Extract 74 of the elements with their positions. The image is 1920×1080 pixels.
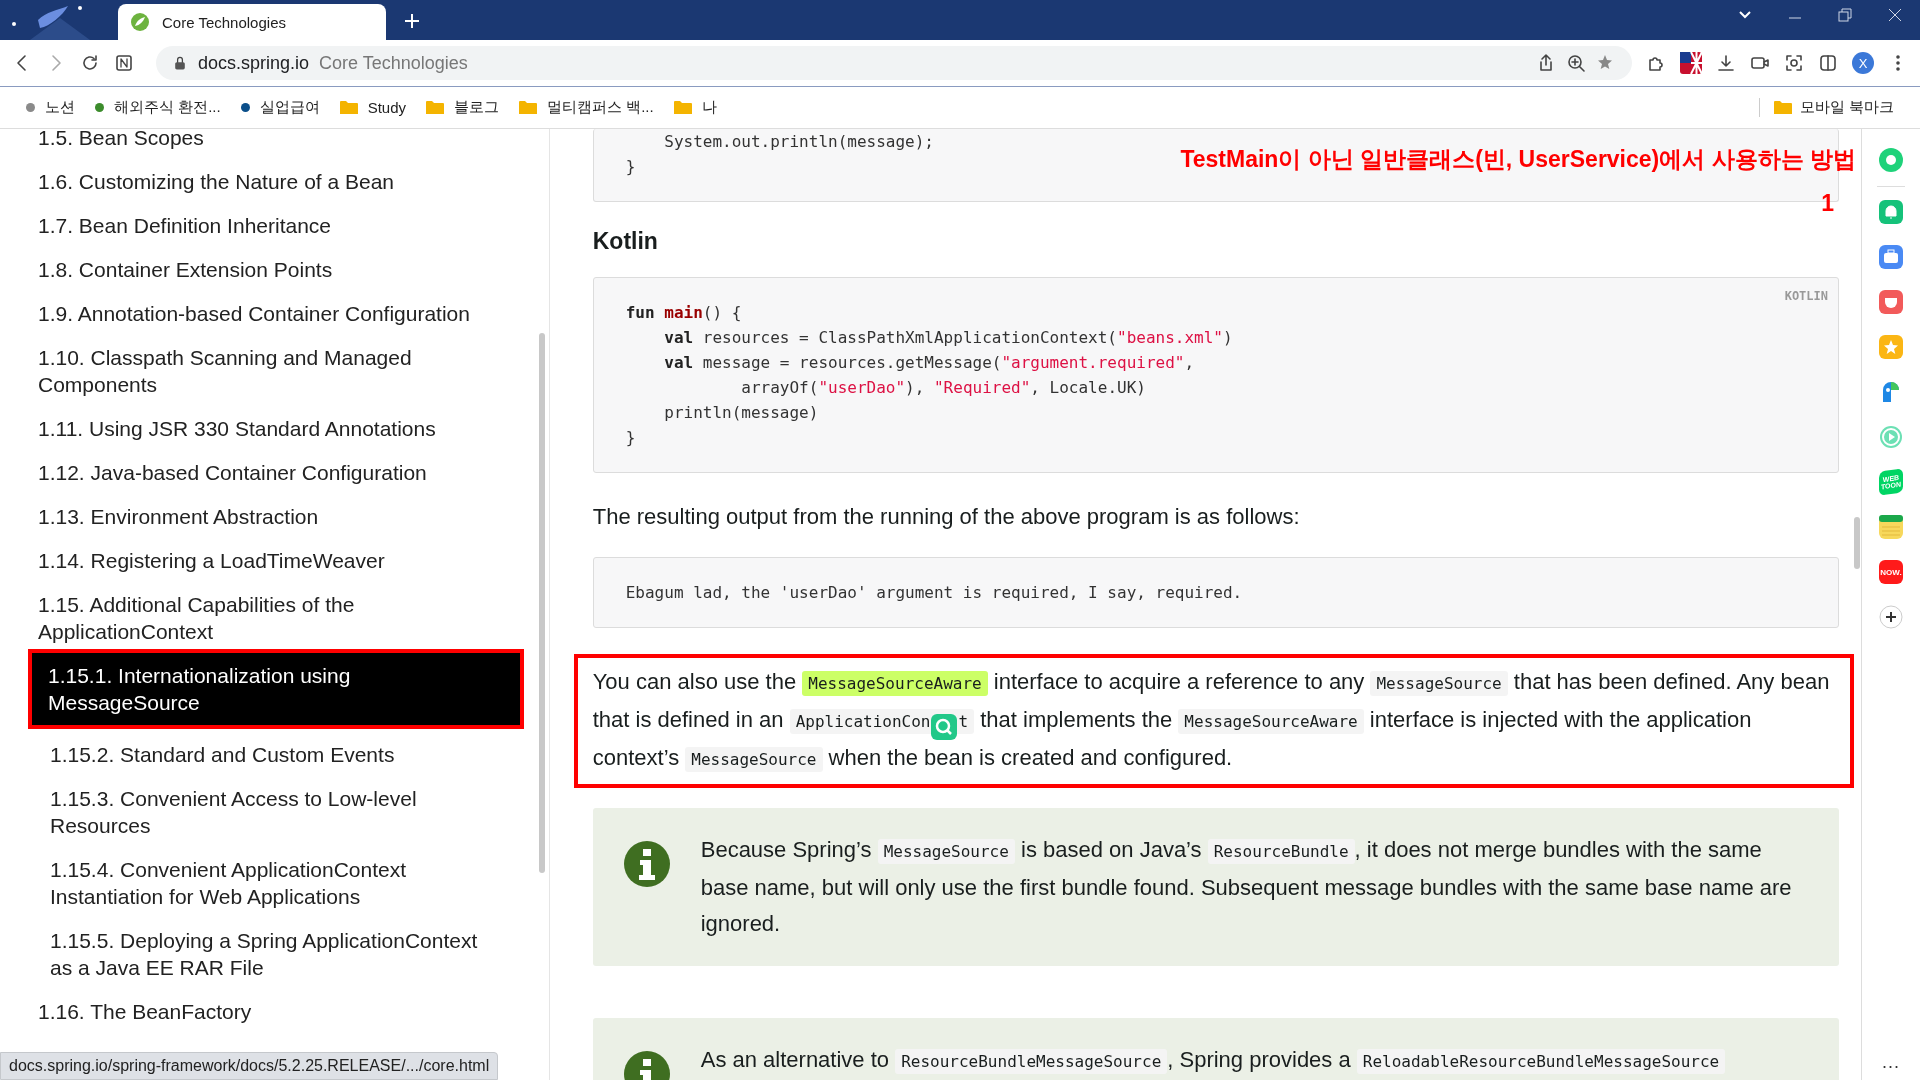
- n-square-icon[interactable]: [114, 53, 134, 73]
- toc-link[interactable]: 1.7. Bean Definition Inheritance: [30, 208, 509, 252]
- more-apps-button[interactable]: ...: [1882, 1052, 1900, 1073]
- paragraph-text: Because Spring’s MessageSource is based on Java’s ResourceBundle , it does not merge bundles with the same base name, but will only use the first bundle found. Subsequent message bundles with the same base name are ignored.: [700, 836, 1793, 938]
- code-line: fun main() {: [625, 302, 742, 324]
- address-domain: docs.spring.io: [198, 52, 310, 74]
- address-bar[interactable]: docs.spring.io Core Technologies: [156, 46, 1632, 80]
- language-label: KOTLIN: [1784, 288, 1829, 305]
- code-line: Ebagum lad, the 'userDao' argument is required, I say, required.: [625, 582, 1243, 604]
- tab-title: Core Technologies: [162, 13, 286, 31]
- toc-link[interactable]: 1.10. Classpath Scanning and Managed Components: [30, 340, 509, 411]
- code-line: arrayOf("userDao"), "Required", Locale.UK): [740, 377, 1146, 399]
- section-heading: Kotlin: [592, 228, 659, 255]
- code-line: }: [625, 156, 636, 178]
- toc-link[interactable]: 1.16. The BeanFactory: [30, 994, 509, 1038]
- briefcase-icon[interactable]: [1879, 245, 1903, 269]
- reload-icon[interactable]: [80, 53, 100, 73]
- info-icon: [622, 840, 671, 888]
- folder-icon: [673, 100, 692, 115]
- folder-icon: [426, 100, 445, 115]
- code-line: System.out.println(message);: [663, 131, 934, 153]
- profile-avatar[interactable]: X: [1852, 52, 1874, 74]
- zoom-icon[interactable]: [1566, 53, 1586, 73]
- restore-icon[interactable]: [1838, 8, 1852, 22]
- code-line: val message = resources.getMessage("argument.required",: [663, 352, 1195, 374]
- browser-tab[interactable]: Core Technologies: [118, 4, 386, 40]
- toc-link[interactable]: 1.9. Annotation-based Container Configuration: [30, 296, 509, 340]
- bookmark-link[interactable]: 노션: [45, 98, 75, 117]
- new-tab-icon[interactable]: [404, 13, 420, 29]
- scrollbar-thumb[interactable]: [539, 333, 545, 873]
- status-url: docs.spring.io/spring-framework/docs/5.2.25.RELEASE/.../core.html: [0, 1052, 499, 1080]
- annotation-text: 1: [1820, 189, 1836, 218]
- folder-icon: [339, 100, 358, 115]
- screenshot-icon[interactable]: [1784, 53, 1804, 73]
- toc-link[interactable]: 1.15.1. Internationalization using MessageSource: [28, 649, 524, 729]
- folder-icon: [519, 100, 538, 115]
- bookmark-link[interactable]: Study: [367, 99, 407, 116]
- paragraph-text: You can also use the MessageSourceAware interface to acquire a reference to any MessageSource that has been defined. Any bean that is defined in an ApplicationCon t that implements the MessageSourceAware interface is injected with the application context’s MessageSource when the bean is created and configured.: [573, 654, 1855, 788]
- toc-link[interactable]: 1.5. Bean Scopes: [30, 129, 509, 164]
- bookmark-link[interactable]: 실업급여: [259, 98, 320, 117]
- toc-link[interactable]: 1.6. Customizing the Nature of a Bean: [30, 164, 509, 208]
- toc-link[interactable]: 1.13. Environment Abstraction: [30, 499, 509, 543]
- bookmark-link[interactable]: 나: [701, 98, 717, 117]
- lock-icon: [172, 55, 188, 71]
- notepad-icon[interactable]: [1879, 515, 1903, 539]
- folder-icon: [1773, 100, 1792, 115]
- toc-link[interactable]: 1.8. Container Extension Points: [30, 252, 509, 296]
- annotation-text: TestMain이 아닌 일반클래스(빈, UserService)에서 사용하는 방법: [1180, 145, 1857, 174]
- download-icon[interactable]: [1716, 53, 1736, 73]
- now-icon[interactable]: NOW.: [1879, 560, 1903, 584]
- code-line: val resources = ClassPathXmlApplicationContext("beans.xml"): [663, 327, 1233, 349]
- code-line: }: [625, 427, 636, 449]
- toc-link[interactable]: 1.15.2. Standard and Custom Events: [30, 737, 509, 781]
- leaf-icon: [130, 12, 150, 32]
- toc-link[interactable]: 1.11. Using JSR 330 Standard Annotations: [30, 411, 509, 455]
- bookmark-link[interactable]: 모바일 북마크: [1799, 98, 1894, 117]
- paragraph-text: The resulting output from the running of the above program is as follows:: [592, 503, 1301, 531]
- toc-link[interactable]: 1.12. Java-based Container Configuration: [30, 455, 509, 499]
- toc-link[interactable]: 1.15.3. Convenient Access to Low-level Resources: [30, 781, 509, 852]
- bookmark-link[interactable]: 블로그: [454, 98, 500, 117]
- bookmark-link[interactable]: 멀티캠퍼스 백...: [547, 98, 654, 117]
- bookmark-link[interactable]: 해외주식 환전...: [114, 98, 221, 117]
- add-icon[interactable]: [1879, 605, 1903, 629]
- toc-link[interactable]: 1.14. Registering a LoadTimeWeaver: [30, 543, 509, 587]
- toc-link[interactable]: 1.15.5. Deploying a Spring ApplicationContext as a Java EE RAR File: [30, 923, 509, 994]
- close-icon[interactable]: [1888, 8, 1902, 22]
- scrollbar-thumb[interactable]: [1854, 517, 1861, 569]
- pocket-icon[interactable]: [1879, 290, 1903, 314]
- flag-icon[interactable]: [1680, 52, 1702, 74]
- split-view-icon[interactable]: [1818, 53, 1838, 73]
- paragraph-text: As an alternative to ResourceBundleMessageSource , Spring provides a ReloadableResourceBundleMessageSource: [700, 1042, 1726, 1080]
- code-line: println(message): [663, 402, 819, 424]
- address-title: Core Technologies: [319, 52, 468, 74]
- toc-link[interactable]: 1.15.4. Convenient ApplicationContext Instantiation for Web Applications: [30, 852, 509, 923]
